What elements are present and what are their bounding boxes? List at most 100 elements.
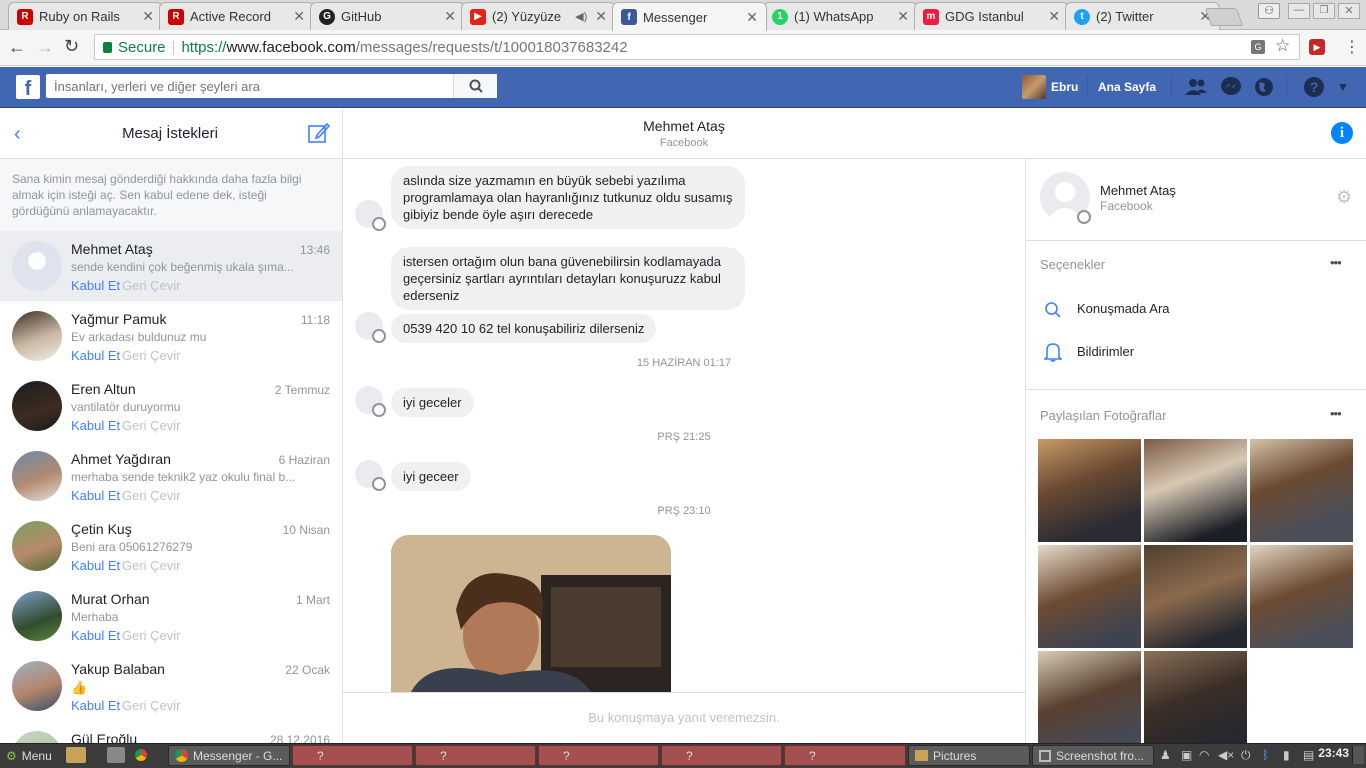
tab-messenger[interactable]: f Messenger ✕	[612, 2, 767, 31]
sender-avatar[interactable]	[355, 200, 386, 231]
minimize-window-icon[interactable]: —	[1288, 3, 1310, 19]
conversation-row[interactable]: Murat Orhan 1 Mart Merhaba Kabul Et Geri Çev…	[0, 581, 342, 651]
contact-avatar[interactable]	[12, 451, 62, 501]
facebook-search-box[interactable]	[46, 74, 497, 98]
help-icon[interactable]: ?	[1304, 77, 1324, 97]
tab-gdg-istanbul[interactable]: m GDG Istanbul ✕	[914, 2, 1069, 30]
user-profile-link[interactable]: Ebru	[1051, 80, 1078, 94]
tab-twitter[interactable]: t (2) Twitter ✕	[1065, 2, 1220, 30]
taskbar-pictures-window[interactable]: Pictures	[908, 745, 1030, 766]
shared-photo-thumbnail[interactable]	[1144, 545, 1247, 648]
show-desktop-button[interactable]	[1352, 746, 1364, 764]
new-tab-button[interactable]	[1204, 8, 1244, 26]
wifi-tray-icon[interactable]: ◠	[1199, 748, 1209, 762]
shared-photo-thumbnail[interactable]	[1038, 651, 1141, 743]
conversation-row[interactable]: Mehmet Ataş 13:46 sende kendini çok beğenm…	[0, 231, 342, 301]
compose-message-icon[interactable]	[307, 121, 331, 145]
power-tray-icon[interactable]: ⏻	[1241, 748, 1251, 763]
taskbar-messenger-window[interactable]: Messenger - G...	[168, 745, 290, 766]
contact-avatar[interactable]	[12, 241, 62, 291]
taskbar-clock[interactable]: 23:43	[1309, 746, 1349, 760]
audio-playing-icon[interactable]: ◀)	[575, 10, 587, 23]
reload-icon[interactable]: ↻	[64, 36, 79, 57]
forward-arrow-icon[interactable]: →	[36, 37, 54, 58]
decline-button[interactable]: Geri Çevir	[122, 348, 181, 363]
close-window-icon[interactable]: ✕	[1338, 3, 1360, 19]
accept-button[interactable]: Kabul Et	[71, 488, 120, 503]
translate-icon[interactable]: G	[1251, 40, 1265, 54]
sender-avatar[interactable]	[355, 386, 386, 417]
contact-avatar[interactable]	[12, 521, 62, 571]
facebook-logo-icon[interactable]: f	[16, 75, 40, 99]
shared-photo-message[interactable]	[391, 535, 671, 692]
decline-button[interactable]: Geri Çevir	[122, 628, 181, 643]
conversation-row[interactable]: Çetin Kuş 10 Nisan Beni ara 05061276279 Kab…	[0, 511, 342, 581]
conversation-row[interactable]: Yağmur Pamuk 11:18 Ev arkadası buldunuz mu…	[0, 301, 342, 371]
taskbar-screenshot-window[interactable]: Screenshot fro...	[1032, 745, 1154, 766]
shared-photo-thumbnail[interactable]	[1038, 439, 1141, 542]
file-manager-launcher-icon[interactable]	[66, 747, 86, 763]
shared-photo-thumbnail[interactable]	[1250, 545, 1353, 648]
sender-avatar[interactable]	[355, 312, 386, 343]
decline-button[interactable]: Geri Çevir	[122, 698, 181, 713]
conversation-row[interactable]: Gül Eroğlu28.12.2016Kabul EtGeri Çevir	[0, 721, 342, 743]
account-menu-arrow-icon[interactable]: ▼	[1337, 80, 1349, 94]
messenger-icon[interactable]	[1220, 77, 1242, 97]
conversation-row[interactable]: Yakup Balaban 22 Ocak 👍 Kabul Et Geri Çevir	[0, 651, 342, 721]
settings-gear-icon[interactable]: ⚙	[1336, 187, 1352, 208]
restore-window-icon[interactable]: ❐	[1313, 3, 1335, 19]
address-bar[interactable]: Secure | https:// www.facebook.com /mess…	[94, 34, 1300, 60]
contact-avatar[interactable]	[12, 661, 62, 711]
options-more-icon[interactable]: •••	[1330, 255, 1342, 270]
contact-avatar[interactable]	[12, 311, 62, 361]
accept-button[interactable]: Kabul Et	[71, 628, 120, 643]
start-menu-button[interactable]: ⚙ Menu	[2, 745, 56, 766]
contact-avatar[interactable]	[12, 381, 62, 431]
friend-requests-icon[interactable]	[1184, 77, 1208, 97]
update-tray-icon[interactable]: ▣	[1181, 748, 1192, 762]
taskbar-unknown-window[interactable]: ?	[661, 745, 782, 766]
tab-github[interactable]: G GitHub ✕	[310, 2, 465, 30]
contact-avatar[interactable]	[12, 591, 62, 641]
search-button[interactable]	[453, 74, 497, 98]
user-tray-icon[interactable]: ♟	[1160, 748, 1171, 762]
decline-button[interactable]: Geri Çevir	[122, 418, 181, 433]
user-avatar[interactable]	[1022, 75, 1046, 99]
conversation-name[interactable]: Mehmet Ataş	[343, 118, 1025, 134]
home-link[interactable]: Ana Sayfa	[1098, 80, 1156, 94]
info-icon[interactable]: i	[1331, 122, 1353, 144]
accept-button[interactable]: Kabul Et	[71, 558, 120, 573]
notifications-globe-icon[interactable]	[1254, 77, 1274, 97]
notifications-option[interactable]: Bildirimler	[1077, 344, 1134, 359]
profile-icon[interactable]: ⚇	[1258, 3, 1280, 19]
back-arrow-icon[interactable]: ←	[8, 37, 26, 58]
photos-more-icon[interactable]: •••	[1330, 406, 1342, 421]
sender-avatar[interactable]	[355, 460, 386, 491]
contact-name[interactable]: Mehmet Ataş	[1100, 183, 1176, 198]
close-tab-icon[interactable]: ✕	[444, 8, 456, 25]
tab-ruby-on-rails[interactable]: R Ruby on Rails ✕	[8, 2, 163, 30]
bluetooth-tray-icon[interactable]: ᛒ	[1262, 748, 1269, 762]
decline-button[interactable]: Geri Çevir	[122, 558, 181, 573]
tab-active-record[interactable]: R Active Record ✕	[159, 2, 314, 30]
decline-button[interactable]: Geri Çevir	[122, 278, 181, 293]
bookmark-star-icon[interactable]: ☆	[1275, 36, 1290, 56]
close-tab-icon[interactable]: ✕	[595, 8, 607, 25]
conversation-row[interactable]: Eren Altun 2 Temmuz vantilatör duruyormu Ka…	[0, 371, 342, 441]
volume-muted-tray-icon[interactable]: ◀×	[1218, 748, 1234, 762]
shared-photo-thumbnail[interactable]	[1038, 545, 1141, 648]
tab-youtube[interactable]: ▶ (2) Yüzyüze ◀) ✕	[461, 2, 616, 30]
close-tab-icon[interactable]: ✕	[293, 8, 305, 25]
extension-icon[interactable]: ▶	[1309, 39, 1325, 55]
taskbar-unknown-window[interactable]: ?	[538, 745, 659, 766]
chrome-launcher-icon[interactable]	[132, 746, 150, 764]
accept-button[interactable]: Kabul Et	[71, 698, 120, 713]
shared-photo-thumbnail[interactable]	[1144, 651, 1247, 743]
taskbar-unknown-window[interactable]: ?	[784, 745, 906, 766]
contact-avatar[interactable]	[12, 731, 62, 743]
taskbar-unknown-window[interactable]: ?	[292, 745, 413, 766]
close-tab-icon[interactable]: ✕	[897, 8, 909, 25]
facebook-search-input[interactable]	[46, 75, 453, 97]
tab-whatsapp[interactable]: 1 (1) WhatsApp ✕	[763, 2, 918, 30]
accept-button[interactable]: Kabul Et	[71, 278, 120, 293]
